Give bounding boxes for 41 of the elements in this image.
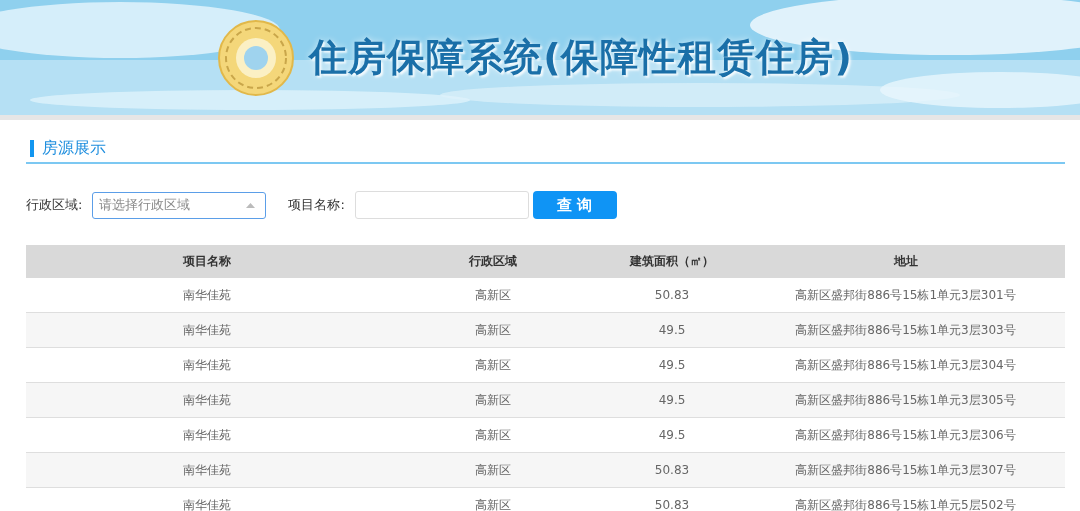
table-cell-text: 南华佳苑 — [182, 426, 232, 444]
project-name-field[interactable] — [354, 191, 529, 219]
table-cell-text: 50.83 — [653, 463, 691, 477]
table-cell-text: 高新区盛邦街886号15栋1单元3层305号 — [794, 391, 1017, 409]
table-cell-text: 南华佳苑 — [182, 356, 232, 374]
table-cell-text: 49.5 — [657, 428, 687, 442]
field-label: 项目名称: — [288, 196, 345, 214]
table-cell-text: 高新区盛邦街886号15栋1单元3层306号 — [794, 426, 1017, 444]
table-cell-text: 高新区 — [474, 286, 512, 304]
table-cell-text: 49.5 — [657, 393, 687, 407]
table-cell-text: 南华佳苑 — [182, 461, 232, 479]
table-cell-text: 南华佳苑 — [182, 496, 232, 511]
table-cell-text: 高新区盛邦街886号15栋1单元3层307号 — [794, 461, 1017, 479]
table-cell-text: 49.5 — [657, 358, 687, 372]
table-cell-text: 南华佳苑 — [182, 391, 232, 409]
system-title: 住房保障系统(保障性租赁住房) — [309, 34, 853, 81]
table-cell-text: 高新区盛邦街886号15栋1单元3层303号 — [794, 321, 1017, 339]
emblem-icon — [217, 18, 296, 97]
column-header: 地址 — [892, 253, 919, 270]
section-title: 房源展示 — [42, 138, 106, 159]
table-cell-text: 50.83 — [653, 288, 691, 302]
caret-icon — [246, 202, 256, 208]
table-cell-text: 高新区 — [474, 426, 512, 444]
table-cell-text: 高新区 — [474, 391, 512, 409]
column-header: 项目名称 — [182, 253, 232, 270]
table-cell-text: 高新区盛邦街886号15栋1单元3层301号 — [794, 286, 1017, 304]
table-cell-text: 高新区 — [474, 356, 512, 374]
field-label: 行政区域: — [26, 196, 83, 214]
district-select[interactable]: 请选择行政区域 — [92, 191, 267, 219]
table-cell-text: 高新区 — [474, 321, 512, 339]
table-cell-text: 高新区盛邦街886号15栋1单元5层502号 — [794, 496, 1017, 511]
column-header: 行政区域 — [468, 253, 518, 270]
table-cell-text: 50.83 — [653, 498, 691, 511]
table-cell-text: 高新区 — [474, 461, 512, 479]
table-cell-text: 高新区 — [474, 496, 512, 511]
table-cell-text: 高新区盛邦街886号15栋1单元3层304号 — [794, 356, 1017, 374]
table-cell-text: 南华佳苑 — [182, 286, 232, 304]
table-cell-text: 49.5 — [657, 323, 687, 337]
column-header: 建筑面积（㎡） — [628, 253, 715, 270]
search-button[interactable]: 查 询 — [532, 191, 617, 219]
table-cell-text: 南华佳苑 — [182, 321, 232, 339]
